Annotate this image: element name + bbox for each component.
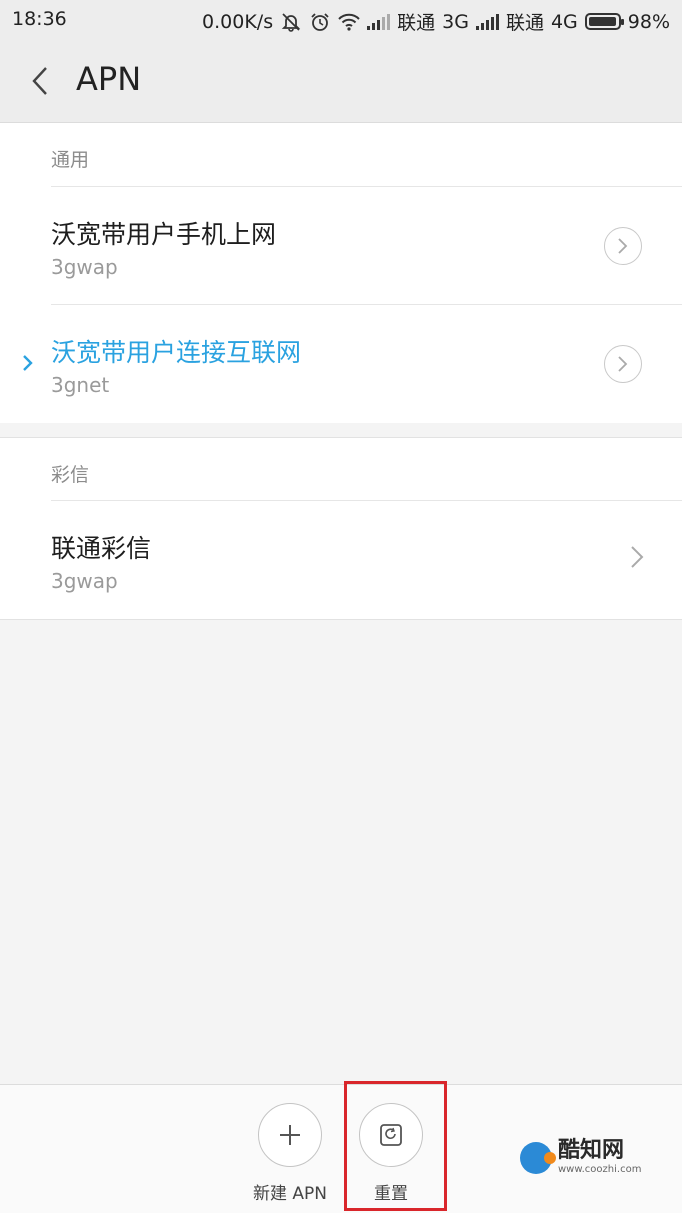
apn-value: 3gnet xyxy=(51,373,110,397)
new-apn-label: 新建 APN xyxy=(252,1184,327,1204)
title-bar: APN xyxy=(0,40,682,123)
apn-detail-button[interactable] xyxy=(604,227,642,265)
signal-icon-2 xyxy=(475,13,499,30)
new-apn-button[interactable]: 新建 APN xyxy=(235,1103,345,1204)
watermark-logo-icon xyxy=(520,1141,556,1174)
apn-name: 联通彩信 xyxy=(51,534,152,563)
chevron-right-icon[interactable] xyxy=(630,543,644,571)
battery-percent: 98% xyxy=(627,10,670,33)
apn-item-3gnet[interactable]: 沃宽带用户连接互联网 3gnet xyxy=(0,305,682,423)
apn-item-mms[interactable]: 联通彩信 3gwap xyxy=(0,501,682,619)
carrier-2: 联通 xyxy=(505,12,544,34)
apn-value: 3gwap xyxy=(51,569,118,593)
chevron-right-icon xyxy=(618,238,628,254)
apn-item-3gwap[interactable]: 沃宽带用户手机上网 3gwap xyxy=(0,187,682,305)
page-title: APN xyxy=(76,60,142,98)
section-header-mms: 彩信 xyxy=(51,464,90,486)
apn-value: 3gwap xyxy=(51,255,118,279)
watermark: 酷知网 www.coozhi.com xyxy=(520,1140,641,1175)
alarm-icon xyxy=(309,12,331,32)
reset-icon xyxy=(359,1103,423,1167)
back-button[interactable] xyxy=(28,64,52,98)
apn-name: 沃宽带用户连接互联网 xyxy=(51,338,302,367)
status-bar: 18:36 0.00K/s 联通 3G 联通 4G 98% xyxy=(0,0,682,40)
apn-detail-button[interactable] xyxy=(604,345,642,383)
chevron-right-icon xyxy=(618,356,628,372)
reset-label: 重置 xyxy=(374,1184,408,1204)
status-time: 18:36 xyxy=(12,8,67,30)
signal-icon-1 xyxy=(367,13,391,30)
plus-icon xyxy=(258,1103,322,1167)
battery-icon xyxy=(584,13,624,30)
mute-bell-icon xyxy=(280,12,302,32)
network-speed: 0.00K/s xyxy=(202,10,274,33)
selected-chevron-icon xyxy=(20,351,36,375)
wifi-icon xyxy=(338,12,360,32)
status-right: 0.00K/s 联通 3G 联通 4G 98% xyxy=(202,8,670,35)
section-mms: 彩信 联通彩信 3gwap xyxy=(0,437,682,620)
section-general: 通用 沃宽带用户手机上网 3gwap 沃宽带用户连接互联网 3gnet xyxy=(0,123,682,423)
reset-button[interactable]: 重置 xyxy=(336,1103,446,1204)
back-arrow-icon xyxy=(32,67,47,95)
network-type-1: 3G xyxy=(442,10,469,33)
watermark-brand: 酷知网 xyxy=(558,1138,625,1163)
watermark-url: www.coozhi.com xyxy=(558,1164,642,1175)
carrier-1: 联通 xyxy=(397,12,436,34)
apn-name: 沃宽带用户手机上网 xyxy=(51,220,277,249)
section-header-general: 通用 xyxy=(51,149,90,171)
network-type-2: 4G xyxy=(550,10,578,33)
